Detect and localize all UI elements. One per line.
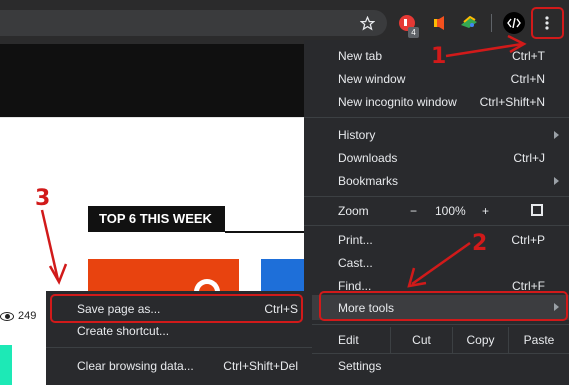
copy-button[interactable]: Copy: [453, 327, 508, 353]
paste-button[interactable]: Paste: [509, 327, 569, 353]
menu-item-shortcut: Ctrl+P: [511, 232, 545, 247]
menu-item-label: New incognito window: [338, 94, 457, 109]
menu-separator: [46, 347, 312, 348]
code-icon[interactable]: [503, 12, 525, 34]
annotation-step-3: 3: [35, 186, 51, 211]
menu-item-label: History: [338, 127, 376, 142]
menu-separator: [304, 117, 569, 118]
annotation-step-2: 2: [472, 231, 488, 256]
menu-item-label: Bookmarks: [338, 173, 399, 188]
submenu-item-label: Create shortcut...: [77, 323, 170, 338]
cut-button[interactable]: Cut: [391, 327, 452, 353]
extension-badge: 4: [408, 27, 419, 38]
menu-item-zoom: Zoom − 100% +: [304, 198, 569, 223]
submenu-item-create-shortcut[interactable]: Create shortcut...: [46, 319, 312, 342]
menu-item-shortcut: Ctrl+N: [510, 71, 545, 86]
menu-item-print[interactable]: Print... Ctrl+P: [304, 228, 569, 251]
submenu-arrow-icon: [554, 177, 559, 185]
more-tools-highlight: [319, 291, 568, 321]
menu-separator: [304, 324, 569, 325]
chrome-menu: New tab Ctrl+T New window Ctrl+N New inc…: [304, 40, 569, 385]
menu-item-shortcut: Ctrl+T: [512, 48, 545, 63]
section-heading: TOP 6 THIS WEEK: [88, 206, 225, 232]
view-count: 249: [0, 310, 36, 322]
zoom-in-button[interactable]: +: [482, 204, 489, 218]
menu-item-label: Cast...: [338, 255, 373, 270]
menu-item-shortcut: Ctrl+Shift+N: [479, 94, 545, 109]
toolbar-divider: [491, 14, 492, 32]
view-count-value: 249: [18, 310, 37, 322]
article-thumbnail[interactable]: [0, 345, 12, 385]
menu-separator: [304, 225, 569, 226]
zoom-level: 100%: [435, 204, 466, 218]
extension-icon[interactable]: [428, 12, 450, 34]
menu-item-bookmarks[interactable]: Bookmarks: [304, 169, 569, 192]
fullscreen-icon[interactable]: [531, 204, 543, 216]
menu-item-shortcut: Ctrl+J: [513, 150, 545, 165]
submenu-arrow-icon: [554, 131, 559, 139]
annotation-step-1: 1: [431, 44, 447, 69]
menu-item-label: Settings: [338, 358, 382, 373]
more-tools-submenu: Save page as... Ctrl+S Create shortcut..…: [46, 291, 312, 385]
menu-item-label: Downloads: [338, 150, 398, 165]
menu-item-downloads[interactable]: Downloads Ctrl+J: [304, 146, 569, 169]
menu-item-new-window[interactable]: New window Ctrl+N: [304, 67, 569, 90]
star-icon[interactable]: [356, 12, 378, 34]
browser-toolbar: 4: [0, 0, 569, 44]
menu-item-label: New window: [338, 71, 406, 86]
zoom-out-button[interactable]: −: [410, 204, 417, 218]
menu-item-cast[interactable]: Cast...: [304, 251, 569, 274]
submenu-item-shortcut: Ctrl+Shift+Del: [223, 358, 298, 373]
submenu-item-clear-data[interactable]: Clear browsing data... Ctrl+Shift+Del: [46, 354, 312, 377]
address-bar[interactable]: [0, 10, 387, 36]
menu-separator: [304, 196, 569, 197]
menu-item-incognito[interactable]: New incognito window Ctrl+Shift+N: [304, 90, 569, 113]
menu-button-highlight: [531, 7, 564, 39]
heading-underline: [225, 231, 315, 233]
menu-item-edit: Edit Cut Copy Paste: [304, 327, 569, 353]
menu-item-label: New tab: [338, 48, 383, 63]
menu-item-settings[interactable]: Settings: [304, 354, 569, 377]
edit-label: Edit: [338, 333, 359, 347]
eye-icon: [0, 311, 14, 321]
zoom-label: Zoom: [338, 204, 369, 218]
extension-icon[interactable]: [458, 12, 480, 34]
menu-item-history[interactable]: History: [304, 123, 569, 146]
submenu-item-label: Clear browsing data...: [77, 358, 194, 373]
